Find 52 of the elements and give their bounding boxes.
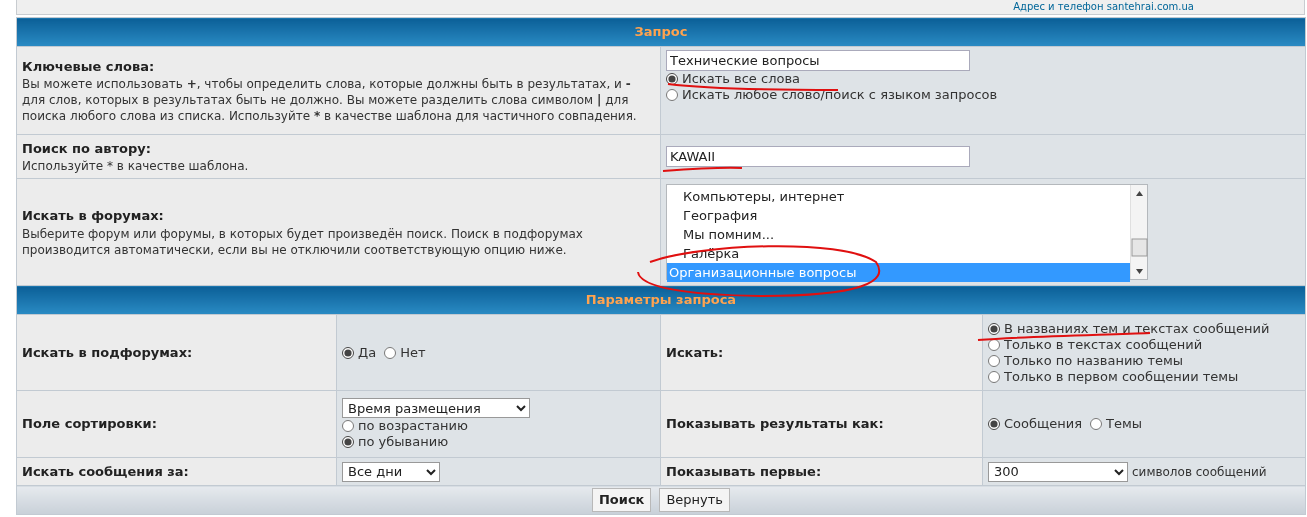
field-label: Поиск по автору: <box>22 139 152 158</box>
dropdown[interactable]: 300 <box>988 461 1128 482</box>
section-header: Запрос <box>16 17 1306 47</box>
option-label: Да <box>358 344 377 361</box>
help-text: Используйте * в качестве шаблона. <box>22 158 250 175</box>
forum-option[interactable]: География <box>667 206 1130 225</box>
radio-button[interactable] <box>342 346 354 359</box>
field-label: Показывать первые: <box>666 463 822 479</box>
option-label: Только в текстах сообщений <box>1004 336 1203 353</box>
option-label: по убыванию <box>358 434 449 450</box>
option-label: Нет <box>400 344 426 361</box>
option-label: Темы <box>1106 416 1143 432</box>
option-label: Искать любое слово/поиск с языком запросов <box>682 87 998 103</box>
forum-option[interactable]: Мы помним... <box>667 225 1130 244</box>
suffix-text: символов сообщений <box>1132 463 1267 481</box>
radio-button[interactable] <box>384 346 397 359</box>
field-label: Искать сообщения за: <box>22 463 189 479</box>
radio-button[interactable] <box>666 89 678 101</box>
option-label: Искать все слова <box>682 71 801 87</box>
sort-dropdown[interactable]: Время размещения <box>342 398 530 418</box>
field-label: Искать в подфорумах: <box>22 344 193 360</box>
field-label: Показывать результаты как: <box>666 416 884 432</box>
option-label: Только по названию темы <box>1004 352 1184 369</box>
dropdown[interactable]: Все дни <box>342 461 440 482</box>
field-label: Искать: <box>666 344 724 360</box>
forum-listbox[interactable]: Компьютеры, интернет География Мы помним... Галёрка Организационные вопросы <box>666 184 1148 280</box>
field-label: Поле сортировки: <box>22 416 157 432</box>
reset-button[interactable]: Вернуть <box>659 488 731 512</box>
radio-button[interactable] <box>342 436 354 448</box>
radio-button[interactable] <box>666 73 678 85</box>
radio-button[interactable] <box>988 322 1000 335</box>
forum-option[interactable]: Галёрка <box>667 244 1130 263</box>
radio-button[interactable] <box>988 370 1000 383</box>
option-label: Только в первом сообщении темы <box>1004 368 1239 385</box>
radio-button[interactable] <box>988 354 1000 367</box>
help-text: Выберите форум или форумы, в которых будет произведён поиск. Поиск в подфорумах производится автоматически, если вы не отключили соответствующую опцию ниже. <box>22 225 584 258</box>
radio-button[interactable] <box>342 420 354 432</box>
author-field[interactable]: KAWAII <box>666 146 970 167</box>
field-label: Искать в форумах: <box>22 207 165 226</box>
option-label: Сообщения <box>1004 416 1082 432</box>
keywords-field[interactable]: Технические вопросы <box>666 50 970 71</box>
option-label: В названиях тем и текстах сообщений <box>1004 320 1270 337</box>
contact-link[interactable]: Адрес и телефон santehrai.com.ua <box>1013 1 1194 14</box>
section-header: Параметры запроса <box>16 285 1306 315</box>
search-button[interactable]: Поиск <box>591 488 652 512</box>
radio-button[interactable] <box>1090 418 1102 430</box>
help-text: Вы можете использовать +, чтобы определить слова, которые должны быть в результатах, и - для слов, которых в результатах быть не должно. Вы можете разделить слова символом | для поиска любого слова из списка. Используйте * в качестве шаблона для частичного совпадения. <box>22 76 638 125</box>
radio-button[interactable] <box>988 418 1000 430</box>
radio-button[interactable] <box>988 338 1000 351</box>
field-label: Ключевые слова: <box>22 57 156 76</box>
option-label: по возрастанию <box>358 418 468 434</box>
forum-option[interactable]: Компьютеры, интернет <box>667 187 1130 206</box>
